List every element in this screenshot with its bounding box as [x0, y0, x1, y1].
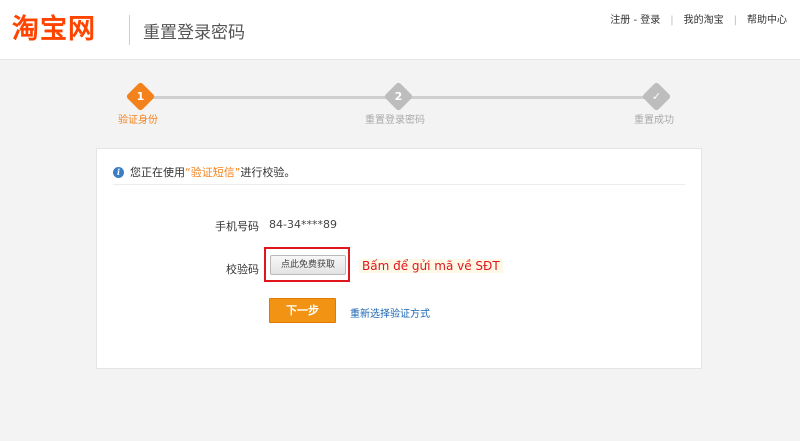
- reselect-method-link[interactable]: 重新选择验证方式: [350, 305, 430, 320]
- step-number: 2: [394, 90, 403, 103]
- verification-panel: i 您正在使用 “验证短信” 进行校验。 手机号码 84-34****89 校验…: [96, 148, 702, 369]
- step-2-label: 重置登录密码: [365, 115, 425, 126]
- phone-label: 手机号码: [215, 220, 259, 233]
- notice-prefix: 您正在使用: [130, 166, 185, 179]
- checkmark-icon: ✓: [651, 90, 662, 103]
- step-3-marker: ✓: [641, 81, 672, 112]
- step-1-marker: 1: [125, 81, 156, 112]
- panel-divider: [113, 184, 685, 185]
- info-icon: i: [113, 166, 124, 178]
- verification-notice: i 您正在使用 “验证短信” 进行校验。: [113, 164, 295, 180]
- top-links: 注册 - 登录 | 我的淘宝 | 帮助中心: [610, 15, 787, 27]
- header-divider: [129, 15, 130, 45]
- progress-steps: 1 2 ✓ 验证身份 重置登录密码 重置成功: [0, 81, 800, 129]
- link-separator: |: [670, 15, 674, 26]
- help-center-link[interactable]: 帮助中心: [747, 15, 787, 27]
- page-title: 重置登录密码: [143, 23, 245, 43]
- get-code-button[interactable]: 点此免费获取: [270, 255, 346, 275]
- register-login-link[interactable]: 注册 - 登录: [610, 15, 660, 27]
- next-step-button[interactable]: 下一步: [269, 298, 336, 323]
- code-label: 校验码: [226, 263, 259, 276]
- notice-suffix: 进行校验。: [240, 166, 296, 179]
- notice-method: “验证短信”: [185, 166, 241, 179]
- my-taobao-link[interactable]: 我的淘宝: [684, 15, 724, 27]
- annotation-text: Bấm để gửi mã về SĐT: [359, 259, 503, 273]
- step-number: 1: [136, 90, 145, 103]
- step-2-marker: 2: [383, 81, 414, 112]
- top-header: 淘宝网 重置登录密码 注册 - 登录 | 我的淘宝 | 帮助中心: [0, 0, 800, 60]
- step-1-label: 验证身份: [118, 115, 158, 126]
- step-3-label: 重置成功: [634, 115, 674, 126]
- step-connector: [150, 96, 388, 99]
- phone-value: 84-34****89: [269, 218, 337, 231]
- taobao-logo[interactable]: 淘宝网: [12, 14, 96, 46]
- step-connector: [408, 96, 646, 99]
- link-separator: |: [733, 15, 737, 26]
